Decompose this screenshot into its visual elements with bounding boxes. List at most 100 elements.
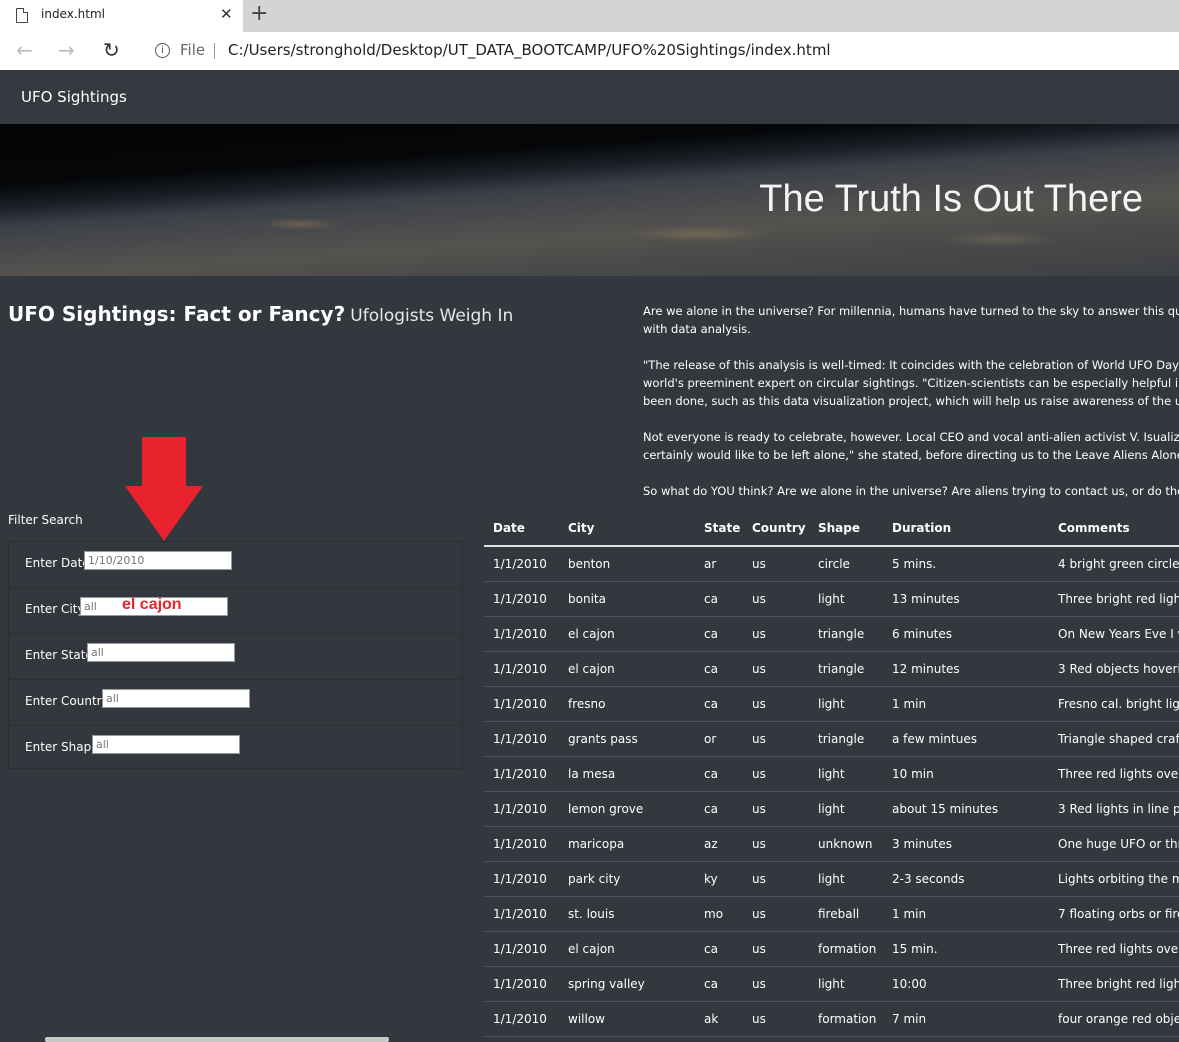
table-cell: light — [809, 791, 883, 827]
table-cell: 1/1/2010 — [484, 651, 559, 687]
navbar-brand[interactable]: UFO Sightings — [21, 88, 127, 106]
table-cell: four orange red objects — [1049, 1001, 1179, 1037]
table-row: 1/1/2010 el cajon ca us triangle 12 minutes 3 … — [484, 651, 1179, 687]
country-label: Enter Country — [25, 694, 109, 708]
table-cell: 3 Red objects hovering — [1049, 651, 1179, 687]
column-header[interactable]: Shape — [809, 511, 883, 547]
table-cell: Fresno cal. bright light — [1049, 686, 1179, 722]
shape-label: Enter Shape — [25, 740, 99, 754]
column-header[interactable]: Comments — [1049, 511, 1179, 547]
table-cell: spring valley — [559, 966, 695, 1002]
table-row: 1/1/2010 lemon grove ca us light about 15 min… — [484, 791, 1179, 827]
article-line: with data analysis. — [643, 322, 751, 336]
navbar: UFO Sightings — [0, 70, 1179, 124]
table-cell: st. louis — [559, 896, 695, 932]
table-cell: az — [695, 826, 743, 862]
table-cell: us — [743, 931, 809, 967]
table-cell: us — [743, 966, 809, 1002]
date-input[interactable] — [84, 551, 232, 570]
table-cell: Three bright red lights — [1049, 966, 1179, 1002]
city-annotation: el cajon — [122, 596, 182, 613]
table-cell: about 15 minutes — [883, 791, 1049, 827]
file-label: File — [180, 41, 206, 59]
browser-tab[interactable]: index.html ✕ — [0, 0, 243, 32]
table-cell: 13 minutes — [883, 581, 1049, 617]
table-cell: ca — [695, 791, 743, 827]
table-cell: triangle — [809, 651, 883, 687]
url-field[interactable]: C:/Users/stronghold/Desktop/UT_DATA_BOOT… — [228, 41, 831, 59]
country-input[interactable] — [102, 689, 250, 708]
table-cell: us — [743, 756, 809, 792]
forward-arrow-icon[interactable]: → — [58, 39, 75, 61]
table-cell: 1/1/2010 — [484, 791, 559, 827]
article-paragraph-3: Not everyone is ready to celebrate, howe… — [643, 428, 1179, 464]
table-cell: 2-3 seconds — [883, 861, 1049, 897]
table-row: 1/1/2010 benton ar us circle 5 mins. 4 bright … — [484, 546, 1179, 582]
tab-title: index.html — [41, 7, 105, 21]
article-line: "The release of this analysis is well-ti… — [643, 358, 1179, 372]
column-header[interactable]: Date — [484, 511, 559, 547]
info-icon[interactable]: i — [155, 43, 170, 58]
reload-icon[interactable]: ↻ — [103, 39, 120, 61]
city-label: Enter City — [25, 602, 85, 616]
column-header[interactable]: Country — [743, 511, 809, 547]
column-header[interactable]: City — [559, 511, 695, 547]
table-cell: 1/1/2010 — [484, 1001, 559, 1037]
page-heading: UFO Sightings: Fact or Fancy? Ufologists… — [8, 302, 513, 326]
table-cell: ca — [695, 651, 743, 687]
table-cell: ca — [695, 931, 743, 967]
table-row: 1/1/2010 park city ky us light 2-3 seconds Lig… — [484, 861, 1179, 897]
red-down-arrow-icon — [125, 437, 203, 541]
article-line: certainly would like to be left alone," … — [643, 448, 1179, 462]
table-cell: grants pass — [559, 721, 695, 757]
table-cell: fresno — [559, 686, 695, 722]
table-row: 1/1/2010 bonita ca us light 13 minutes Three b… — [484, 581, 1179, 617]
table-cell: light — [809, 966, 883, 1002]
table-cell: 1/1/2010 — [484, 756, 559, 792]
table-cell: 1/1/2010 — [484, 861, 559, 897]
back-arrow-icon[interactable]: ← — [16, 39, 33, 61]
article-line: So what do YOU think? Are we alone in th… — [643, 484, 1179, 498]
table-cell: triangle — [809, 616, 883, 652]
filter-panel: Enter Date Enter City Enter State Enter … — [8, 541, 463, 769]
article-line: been done, such as this data visualizati… — [643, 394, 1179, 408]
table-cell: ar — [695, 546, 743, 582]
article-paragraph-4: So what do YOU think? Are we alone in th… — [643, 482, 1179, 500]
article-paragraph-1: Are we alone in the universe? For millen… — [643, 302, 1179, 338]
new-tab-button[interactable]: + — [250, 2, 268, 26]
table-cell: el cajon — [559, 616, 695, 652]
table-cell: 12 minutes — [883, 651, 1049, 687]
table-cell: us — [743, 826, 809, 862]
state-input[interactable] — [87, 643, 235, 662]
table-row: 1/1/2010 la mesa ca us light 10 min Three red … — [484, 756, 1179, 792]
horizontal-scrollbar[interactable] — [45, 1037, 389, 1042]
table-cell: us — [743, 546, 809, 582]
table-cell: 3 Red lights in line patt — [1049, 791, 1179, 827]
table-cell: 1/1/2010 — [484, 896, 559, 932]
table-cell: 1/1/2010 — [484, 966, 559, 1002]
table-row: 1/1/2010 el cajon ca us formation 15 min. Thre… — [484, 931, 1179, 967]
column-header[interactable]: State — [695, 511, 743, 547]
filter-shape-row: Enter Shape — [9, 726, 462, 771]
divider — [214, 43, 215, 59]
table-cell: 1/1/2010 — [484, 686, 559, 722]
table-cell: park city — [559, 861, 695, 897]
article-line: world's preeminent expert on circular si… — [643, 376, 1179, 390]
table-cell: 10 min — [883, 756, 1049, 792]
shape-input[interactable] — [92, 735, 240, 754]
article-line: Not everyone is ready to celebrate, howe… — [643, 430, 1179, 444]
table-cell: 10:00 — [883, 966, 1049, 1002]
table-cell: ca — [695, 581, 743, 617]
column-header[interactable]: Duration — [883, 511, 1049, 547]
table-cell: us — [743, 581, 809, 617]
table-cell: 15 min. — [883, 931, 1049, 967]
table-row: 1/1/2010 spring valley ca us light 10:00 Three… — [484, 966, 1179, 1002]
close-tab-icon[interactable]: ✕ — [220, 5, 233, 23]
date-label: Enter Date — [25, 556, 90, 570]
table-cell: la mesa — [559, 756, 695, 792]
table-cell: 6 minutes — [883, 616, 1049, 652]
table-cell: On New Years Eve I wer — [1049, 616, 1179, 652]
table-cell: 1/1/2010 — [484, 826, 559, 862]
table-cell: 1/1/2010 — [484, 616, 559, 652]
page-subtitle: Ufologists Weigh In — [350, 306, 514, 326]
